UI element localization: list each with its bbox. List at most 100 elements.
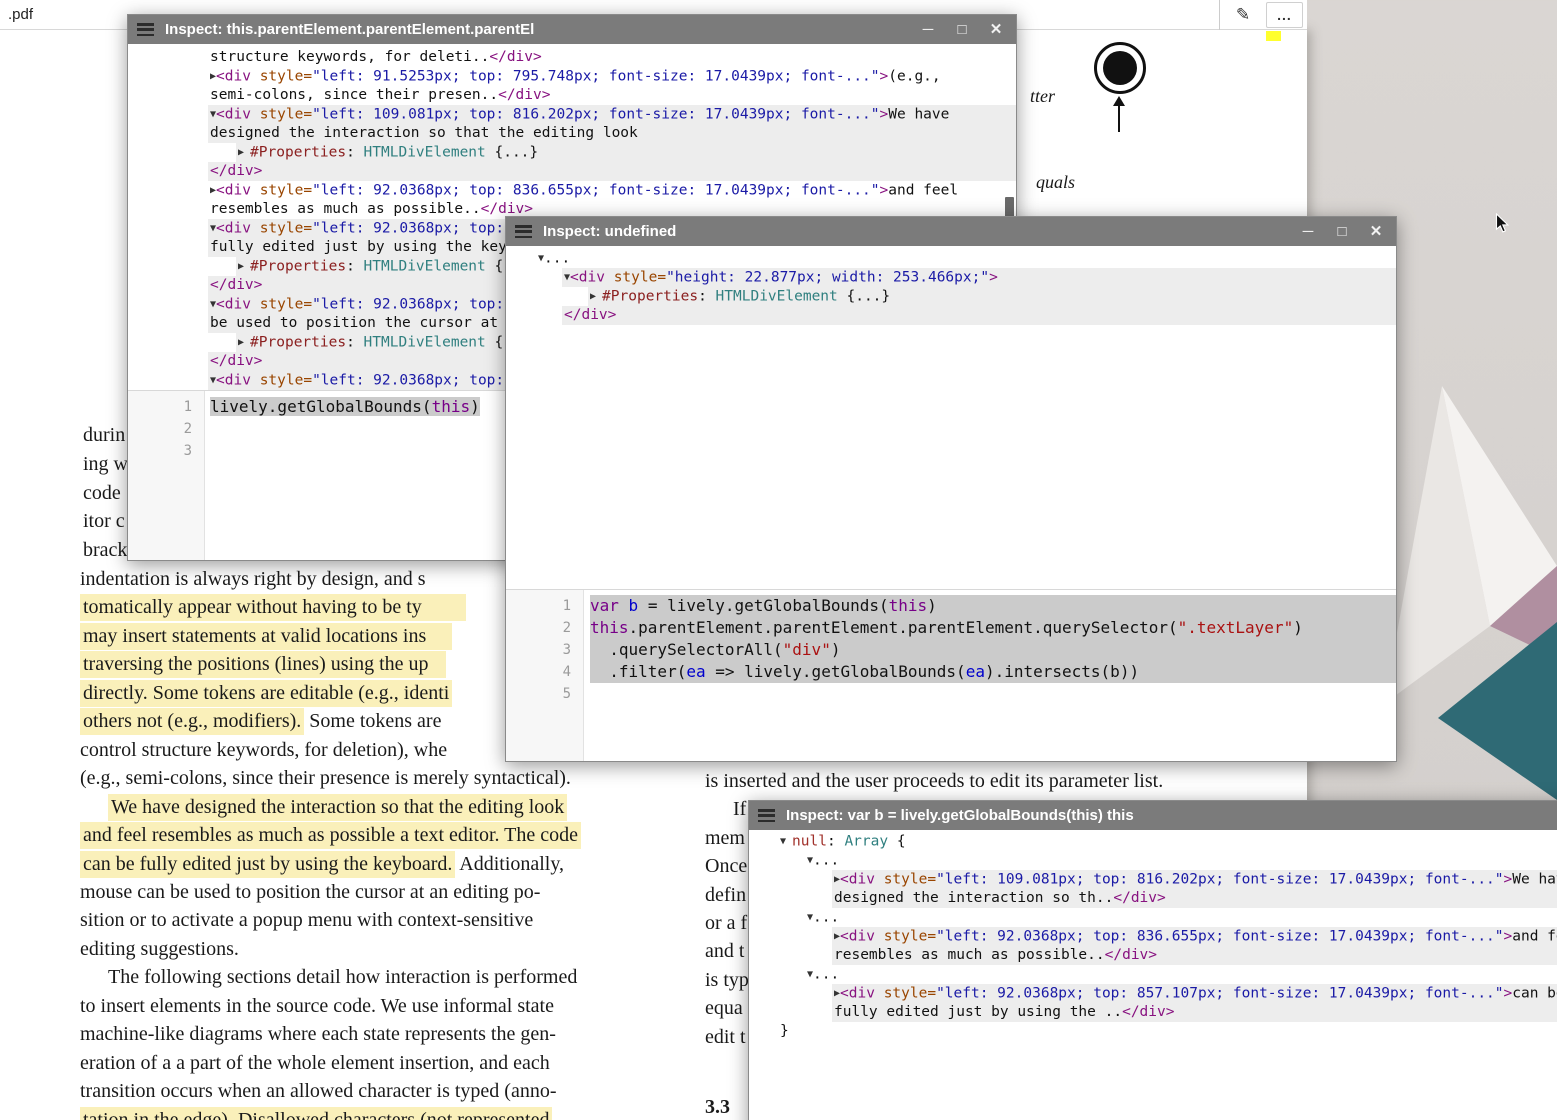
syntax-segment: style=: [260, 297, 312, 313]
syntax-segment: style=: [884, 986, 936, 1002]
text-run: Some tokens are: [304, 710, 441, 732]
syntax-segment: </div>: [564, 307, 616, 323]
code-editor: 12345 var b = lively.getGlobalBounds(thi…: [506, 589, 1396, 761]
selected-code: lively.getGlobalBounds(this): [210, 397, 480, 416]
pdf-text-line: editing suggestions.: [80, 938, 239, 961]
syntax-segment: ▶: [590, 291, 602, 302]
inspector-tree-row[interactable]: ▼...: [805, 908, 1557, 927]
inspector-tree-row[interactable]: resembles as much as possible..</div>: [832, 946, 1557, 965]
syntax-segment: (e.g.,: [888, 69, 940, 85]
syntax-segment: style=: [260, 221, 312, 237]
inspector-tree-row[interactable]: designed the interaction so that the edi…: [208, 124, 1016, 143]
inspector-tree-row[interactable]: ▼...: [536, 249, 1396, 268]
syntax-segment: </div>: [481, 201, 533, 217]
highlighted-text: tation in the edge). Disallowed characte…: [80, 1107, 552, 1120]
text-run: brack: [83, 539, 127, 561]
pdf-text-line: (e.g., semi-colons, since their presence…: [80, 767, 571, 790]
window-menu-icon[interactable]: [515, 225, 532, 238]
close-icon[interactable]: ✕: [1365, 217, 1387, 246]
close-icon[interactable]: ✕: [985, 15, 1007, 44]
syntax-segment: this: [889, 596, 928, 615]
window-titlebar[interactable]: Inspect: var b = lively.getGlobalBounds(…: [749, 801, 1557, 830]
inspector-tree-row[interactable]: ▶<div style="left: 92.0368px; top: 836.6…: [832, 927, 1557, 946]
pdf-text-line: 3.3: [705, 1096, 730, 1119]
text-run: machine-like diagrams where each state r…: [80, 1023, 556, 1045]
line-number: 3: [128, 440, 204, 462]
minimize-icon[interactable]: ─: [917, 15, 939, 44]
text-run: indentation is always right by design, a…: [80, 568, 426, 590]
window-titlebar[interactable]: Inspect: undefined ─ □ ✕: [506, 217, 1396, 246]
syntax-segment: HTMLDivElement: [364, 335, 486, 351]
inspector-tree-row[interactable]: ▼<div style="height: 22.877px; width: 25…: [562, 268, 1396, 287]
inspector-tree-row[interactable]: ▶<div style="left: 109.081px; top: 816.2…: [832, 870, 1557, 889]
inspector-tree-row[interactable]: ▶<div style="left: 91.5253px; top: 795.7…: [208, 67, 1016, 86]
inspector-tree-row[interactable]: ▼ null: Array {: [778, 832, 1557, 851]
inspector-window-3[interactable]: Inspect: var b = lively.getGlobalBounds(…: [748, 800, 1557, 1120]
pdf-text-line: machine-like diagrams where each state r…: [80, 1023, 556, 1046]
pdf-text-line: defin: [705, 884, 746, 907]
syntax-segment: semi-colons, since their presen..: [210, 87, 498, 103]
pdf-text-line: may insert statements at valid locations…: [80, 625, 452, 648]
figure-label-top: tter: [1030, 86, 1055, 107]
editor-code-area[interactable]: var b = lively.getGlobalBounds(this)this…: [590, 590, 1396, 761]
inspector-tree-row[interactable]: </div>: [562, 306, 1396, 325]
window-titlebar[interactable]: Inspect: this.parentElement.parentElemen…: [128, 15, 1016, 44]
syntax-segment: ).intersects(b)): [985, 662, 1139, 681]
syntax-segment: <div: [840, 929, 884, 945]
syntax-segment: We have: [888, 107, 949, 123]
syntax-segment: style=: [260, 373, 312, 389]
window-buttons: ─ □ ✕: [917, 15, 1007, 44]
inspector-tree-row[interactable]: ▼...: [805, 965, 1557, 984]
pdf-filename: .pdf: [8, 6, 33, 23]
pdf-text-line: is typ: [705, 969, 749, 992]
syntax-segment: [619, 596, 629, 615]
syntax-segment: style=: [260, 107, 312, 123]
figure-label-bottom: quals: [1036, 172, 1075, 193]
syntax-segment: <div: [216, 107, 260, 123]
syntax-segment: ): [1293, 618, 1303, 637]
minimize-icon[interactable]: ─: [1297, 217, 1319, 246]
inspector-tree-row[interactable]: ▶ #Properties: HTMLDivElement {...}: [588, 287, 1396, 306]
inspector-tree-row[interactable]: ▶<div style="left: 92.0368px; top: 857.1…: [832, 984, 1557, 1003]
syntax-segment: ): [831, 640, 841, 659]
code-line[interactable]: .filter(ea => lively.getGlobalBounds(ea)…: [590, 661, 1396, 683]
syntax-segment: = lively.getGlobalBounds(: [638, 596, 888, 615]
syntax-segment: fully edited just by using the ..: [834, 1004, 1122, 1020]
inspector-tree-row[interactable]: }: [778, 1022, 1557, 1041]
syntax-segment: "left: 92.0368px; top: 857.107px; font-s…: [936, 986, 1503, 1002]
inspector-tree-row[interactable]: ▼...: [805, 851, 1557, 870]
code-line[interactable]: .querySelectorAll("div"): [590, 639, 1396, 661]
inspector-tree-row[interactable]: designed the interaction so th..</div>: [832, 889, 1557, 908]
inspector-tree-row[interactable]: </div>: [208, 162, 1016, 181]
line-number: 2: [506, 617, 583, 639]
more-options-button[interactable]: ...: [1266, 2, 1303, 28]
line-number: 2: [128, 418, 204, 440]
code-line[interactable]: var b = lively.getGlobalBounds(this): [590, 595, 1396, 617]
inspector-tree-row[interactable]: ▼<div style="left: 109.081px; top: 816.2…: [208, 105, 1016, 124]
code-line[interactable]: this.parentElement.parentElement.parentE…: [590, 617, 1396, 639]
inspector-tree-row[interactable]: fully edited just by using the ..</div>: [832, 1003, 1557, 1022]
inspector-tree-row[interactable]: structure keywords, for deleti..</div>: [208, 48, 1016, 67]
window-menu-icon[interactable]: [137, 23, 154, 36]
pdf-text-line: tation in the edge). Disallowed characte…: [80, 1109, 552, 1120]
inspector-tree-row[interactable]: ▶ #Properties: HTMLDivElement {...}: [236, 143, 1016, 162]
syntax-segment: "left: 91.5253px; top: 795.748px; font-s…: [312, 69, 879, 85]
inspector-window-2[interactable]: Inspect: undefined ─ □ ✕ ▼...▼<div style…: [505, 216, 1397, 762]
pdf-text-line: brack: [83, 539, 127, 562]
inspector-tree-row[interactable]: semi-colons, since their presen..</div>: [208, 86, 1016, 105]
pdf-text-line: equa: [705, 997, 743, 1020]
pdf-text-line: transition occurs when an allowed charac…: [80, 1080, 556, 1103]
window-title: Inspect: undefined: [543, 223, 676, 240]
pdf-text-line: code: [83, 482, 121, 505]
inspector-tree-row[interactable]: ▶<div style="left: 92.0368px; top: 836.6…: [208, 181, 1016, 200]
syntax-segment: {: [888, 834, 905, 850]
inspector-content: ▼...▼<div style="height: 22.877px; width…: [506, 246, 1396, 761]
syntax-segment: and feel: [1512, 929, 1557, 945]
window-menu-icon[interactable]: [758, 809, 775, 822]
text-run: mem: [705, 827, 745, 849]
edit-pencil-icon[interactable]: ✎: [1227, 2, 1259, 28]
syntax-segment: <div: [840, 872, 884, 888]
code-line[interactable]: [590, 683, 1396, 705]
maximize-icon[interactable]: □: [951, 15, 973, 44]
maximize-icon[interactable]: □: [1331, 217, 1353, 246]
